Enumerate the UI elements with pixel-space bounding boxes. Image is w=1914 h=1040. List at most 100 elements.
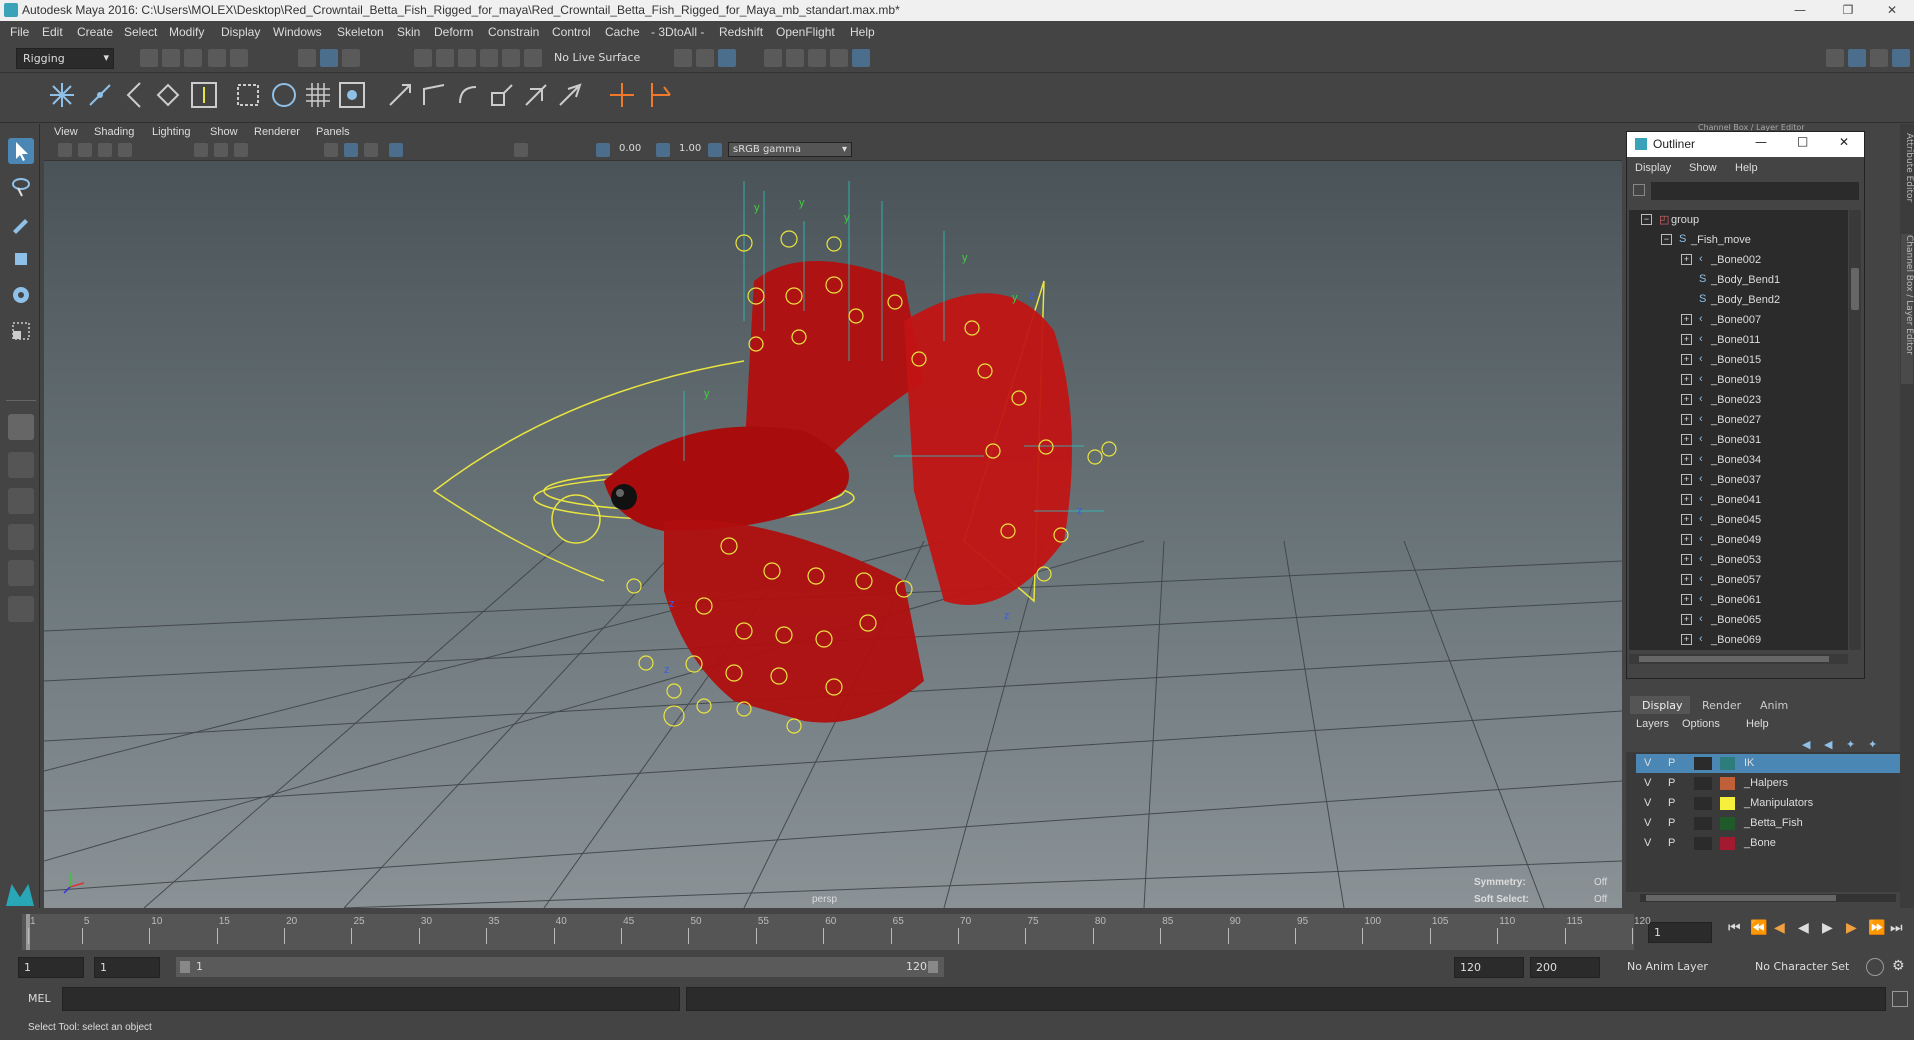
select-tool-icon[interactable]: [8, 138, 34, 164]
outliner-item[interactable]: + ‹ _Bone045: [1629, 510, 1848, 530]
persp-graph-layout-icon[interactable]: [8, 524, 34, 550]
layer-menu-options[interactable]: Options: [1682, 718, 1720, 730]
outliner-item[interactable]: + ‹ _Bone011: [1629, 330, 1848, 350]
orient-constraint-icon[interactable]: [452, 79, 484, 111]
outliner-item[interactable]: + ‹ _Bone037: [1629, 470, 1848, 490]
new-layer-selected-icon[interactable]: ✦: [1868, 738, 1877, 751]
smooth-bind-icon[interactable]: [268, 79, 300, 111]
close-icon[interactable]: ✕: [1839, 135, 1849, 149]
layer-playback-toggle[interactable]: P: [1668, 757, 1675, 769]
anim-layer-dropdown[interactable]: No Anim Layer: [1622, 957, 1744, 976]
layer-color-swatch[interactable]: [1720, 777, 1735, 790]
playback-end-field[interactable]: 120: [1454, 957, 1524, 978]
gamma-field[interactable]: 1.00: [676, 142, 712, 155]
layer-hscroll-thumb[interactable]: [1646, 895, 1836, 901]
outliner-menu-help[interactable]: Help: [1735, 162, 1758, 174]
expand-icon[interactable]: +: [1681, 474, 1692, 485]
snap-vertex-icon[interactable]: [524, 49, 542, 67]
range-slider-end-handle[interactable]: [928, 961, 938, 973]
four-view-layout-icon[interactable]: [8, 452, 34, 478]
redo-icon[interactable]: [230, 49, 248, 67]
expand-icon[interactable]: +: [1681, 374, 1692, 385]
layer-display-type-toggle[interactable]: [1694, 797, 1712, 810]
outliner-item[interactable]: S _Body_Bend1: [1629, 270, 1848, 290]
render-frame-icon[interactable]: [764, 49, 782, 67]
layer-visibility-toggle[interactable]: V: [1644, 817, 1651, 829]
point-constraint-icon[interactable]: [418, 79, 450, 111]
ik-handle-icon[interactable]: [84, 79, 116, 111]
menu-edit[interactable]: Edit: [42, 25, 63, 39]
layer-tab-render[interactable]: Render: [1694, 696, 1750, 714]
paint-select-icon[interactable]: [8, 210, 34, 236]
single-perspective-layout-icon[interactable]: [8, 414, 34, 440]
snap-point-icon[interactable]: [458, 49, 476, 67]
snap-view-icon[interactable]: [480, 49, 498, 67]
layer-row[interactable]: V P IK: [1636, 754, 1900, 773]
outliner-item[interactable]: + ‹ _Bone069: [1629, 630, 1848, 650]
move-layer-up-icon[interactable]: ◀: [1802, 738, 1810, 751]
expand-icon[interactable]: +: [1681, 434, 1692, 445]
color-management-icon[interactable]: [708, 143, 722, 157]
live-surface-field[interactable]: No Live Surface: [548, 48, 658, 67]
menu-file[interactable]: File: [10, 25, 29, 39]
attribute-editor-toggle-icon[interactable]: [1870, 49, 1888, 67]
viewport-menu-shading[interactable]: Shading: [94, 126, 134, 138]
script-language-label[interactable]: MEL: [28, 992, 51, 1005]
channel-box-toggle-icon[interactable]: [1848, 49, 1866, 67]
layer-visibility-toggle[interactable]: V: [1644, 757, 1651, 769]
play-forwards-icon[interactable]: ▶: [1822, 920, 1833, 936]
menu-help[interactable]: Help: [850, 25, 875, 39]
outliner-scroll-thumb[interactable]: [1851, 268, 1859, 310]
viewport-menu-renderer[interactable]: Renderer: [254, 126, 300, 138]
outliner-item[interactable]: + ‹ _Bone031: [1629, 430, 1848, 450]
layer-visibility-toggle[interactable]: V: [1644, 837, 1651, 849]
step-forward-frame-icon[interactable]: ▶: [1846, 920, 1857, 936]
layer-playback-toggle[interactable]: P: [1668, 797, 1675, 809]
character-set-dropdown[interactable]: No Character Set: [1750, 957, 1862, 976]
select-hierarchy-icon[interactable]: [298, 49, 316, 67]
exposure-icon[interactable]: [596, 143, 610, 157]
outliner-menu-show[interactable]: Show: [1689, 162, 1717, 174]
ipr-render-icon[interactable]: [786, 49, 804, 67]
set-driven-key-icon[interactable]: [644, 79, 676, 111]
viewport-menu-show[interactable]: Show: [210, 126, 238, 138]
undo-icon[interactable]: [208, 49, 226, 67]
render-settings-icon[interactable]: [808, 49, 826, 67]
output-ops-icon[interactable]: [718, 49, 736, 67]
outliner-filter-icon[interactable]: [1633, 184, 1645, 196]
color-space-dropdown[interactable]: sRGB gamma ▾: [728, 142, 852, 157]
menu-cache[interactable]: Cache: [605, 25, 640, 39]
play-backwards-icon[interactable]: ◀: [1798, 920, 1809, 936]
expand-icon[interactable]: +: [1681, 514, 1692, 525]
collapse-icon[interactable]: −: [1661, 234, 1672, 245]
new-scene-icon[interactable]: [140, 49, 158, 67]
layer-row[interactable]: V P _Betta_Fish: [1636, 814, 1900, 833]
outliner-item[interactable]: + ‹ _Bone007: [1629, 310, 1848, 330]
maximize-icon[interactable]: □: [1797, 134, 1808, 148]
expand-icon[interactable]: +: [1681, 314, 1692, 325]
restore-icon[interactable]: ❐: [1826, 0, 1870, 21]
animation-start-field[interactable]: 1: [18, 957, 84, 978]
expand-icon[interactable]: +: [1681, 634, 1692, 645]
outliner-item[interactable]: + ‹ _Bone023: [1629, 390, 1848, 410]
outliner-item[interactable]: − ◰ group: [1629, 210, 1848, 230]
command-input[interactable]: [62, 987, 680, 1011]
pole-vector-icon[interactable]: [554, 79, 586, 111]
layer-horizontal-scrollbar[interactable]: [1640, 894, 1896, 902]
outliner-item[interactable]: + ‹ _Bone027: [1629, 410, 1848, 430]
layer-display-type-toggle[interactable]: [1694, 817, 1712, 830]
aim-constraint-icon[interactable]: [520, 79, 552, 111]
save-scene-icon[interactable]: [184, 49, 202, 67]
expand-icon[interactable]: +: [1681, 534, 1692, 545]
viewport-menu-panels[interactable]: Panels: [316, 126, 350, 138]
expand-icon[interactable]: +: [1681, 614, 1692, 625]
current-frame-field[interactable]: 1: [1648, 922, 1712, 943]
collapse-icon[interactable]: −: [1641, 214, 1652, 225]
layer-color-swatch[interactable]: [1720, 797, 1735, 810]
ik-spline-icon[interactable]: [118, 79, 150, 111]
wireframe-icon[interactable]: [324, 143, 338, 157]
layer-display-type-toggle[interactable]: [1694, 757, 1712, 770]
scale-constraint-icon[interactable]: [486, 79, 518, 111]
outliner-item[interactable]: + ‹ _Bone015: [1629, 350, 1848, 370]
layer-color-swatch[interactable]: [1720, 837, 1735, 850]
